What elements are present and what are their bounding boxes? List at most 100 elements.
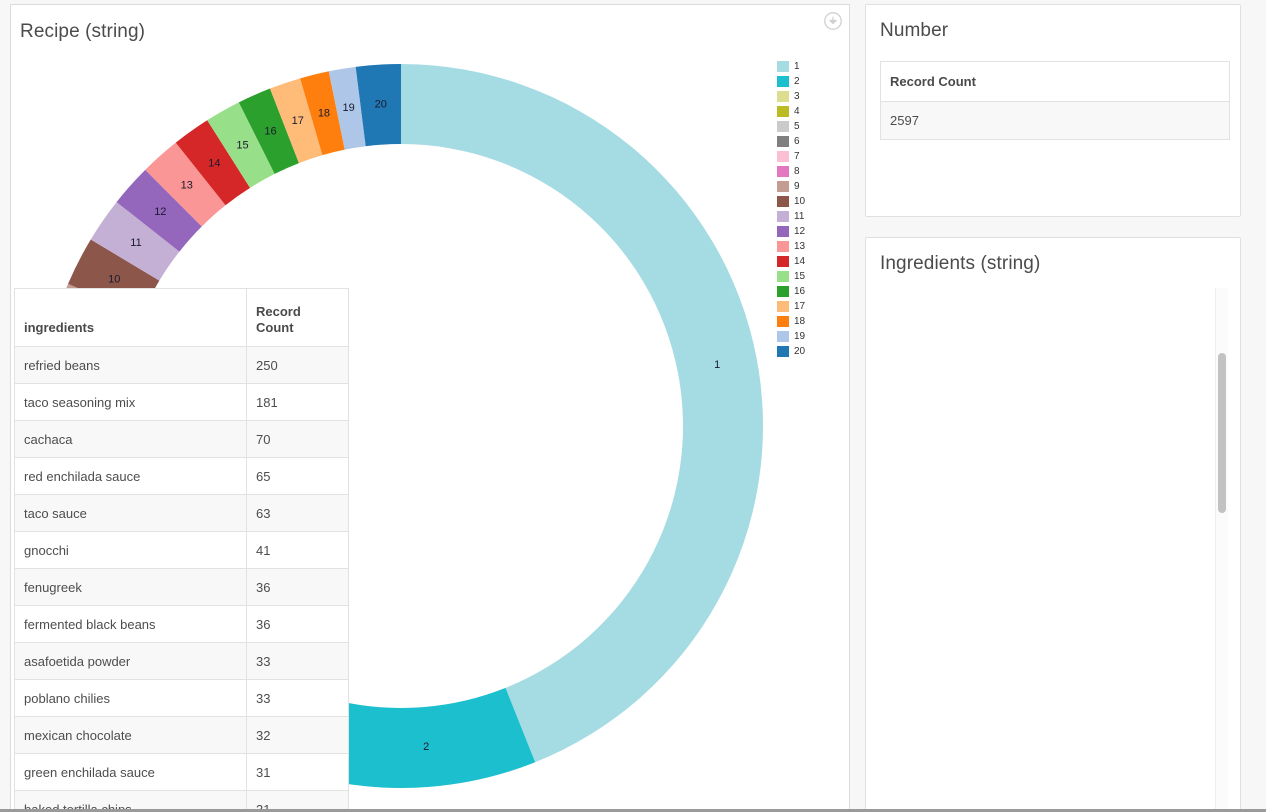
legend-label: 15 — [794, 271, 806, 282]
donut-slice[interactable] — [321, 687, 536, 788]
legend-label: 20 — [794, 346, 806, 357]
donut-slice-label: 15 — [236, 140, 248, 152]
table-cell: 36 — [246, 605, 349, 643]
table-row[interactable]: refried beans 250 — [14, 346, 349, 384]
legend-swatch — [777, 316, 789, 327]
legend-label: 3 — [794, 91, 800, 102]
legend-label: 2 — [794, 76, 800, 87]
legend-swatch — [777, 136, 789, 147]
table-row[interactable]: taco seasoning mix 181 — [14, 383, 349, 421]
legend-item[interactable]: 10 — [777, 194, 847, 209]
download-icon[interactable] — [823, 11, 843, 31]
table-body: refried beans 250 taco seasoning mix 181 cac… — [14, 346, 349, 812]
table-cell: 2597 — [880, 101, 1230, 140]
table-row[interactable]: mexican chocolate 32 — [14, 716, 349, 754]
donut-slice[interactable] — [401, 64, 764, 763]
legend-item[interactable]: 7 — [777, 149, 847, 164]
legend-label: 16 — [794, 286, 806, 297]
legend-item[interactable]: 5 — [777, 119, 847, 134]
donut-slice-label: 1 — [714, 359, 720, 371]
table-body: 2597 — [880, 101, 1230, 140]
legend-item[interactable]: 20 — [777, 344, 847, 359]
table-row[interactable]: red enchilada sauce 65 — [14, 457, 349, 495]
legend-label: 5 — [794, 121, 800, 132]
table-row[interactable]: asafoetida powder 33 — [14, 642, 349, 680]
legend-item[interactable]: 11 — [777, 209, 847, 224]
legend-swatch — [777, 196, 789, 207]
table-cell: 31 — [246, 753, 349, 791]
table-row[interactable]: green enchilada sauce 31 — [14, 753, 349, 791]
table-row[interactable]: 2597 — [880, 101, 1230, 140]
page-title: Recipe (string) — [20, 21, 146, 42]
chart-legend[interactable]: 1 2 3 4 5 6 7 8 9 10 11 12 13 14 15 16 17 18 19 20 — [777, 59, 847, 359]
table-cell: taco sauce — [14, 494, 247, 532]
legend-item[interactable]: 13 — [777, 239, 847, 254]
dashboard-root: Recipe (string) 123456789101112131415161… — [0, 0, 1266, 812]
table-cell: green enchilada sauce — [14, 753, 247, 791]
donut-slice-label: 12 — [154, 206, 166, 218]
number-panel: Number Record Count 2597 — [865, 4, 1241, 217]
legend-item[interactable]: 17 — [777, 299, 847, 314]
table-cell: 65 — [246, 457, 349, 495]
table-cell: cachaca — [14, 420, 247, 458]
legend-item[interactable]: 2 — [777, 74, 847, 89]
donut-slice-label: 14 — [208, 158, 220, 170]
donut-slice-label: 16 — [264, 126, 276, 138]
table-cell: 63 — [246, 494, 349, 532]
legend-item[interactable]: 16 — [777, 284, 847, 299]
legend-label: 12 — [794, 226, 806, 237]
scrollbar-thumb[interactable] — [1218, 353, 1226, 513]
donut-slice-label: 19 — [343, 102, 355, 114]
legend-swatch — [777, 286, 789, 297]
table-cell: 41 — [246, 531, 349, 569]
donut-slice-label: 20 — [375, 99, 387, 111]
legend-label: 1 — [794, 61, 800, 72]
legend-item[interactable]: 15 — [777, 269, 847, 284]
legend-item[interactable]: 14 — [777, 254, 847, 269]
table-cell: mexican chocolate — [14, 716, 247, 754]
column-header[interactable]: ingredients — [14, 288, 247, 347]
legend-label: 8 — [794, 166, 800, 177]
legend-item[interactable]: 3 — [777, 89, 847, 104]
donut-slice-label: 2 — [423, 741, 429, 753]
legend-item[interactable]: 6 — [777, 134, 847, 149]
table-row[interactable]: poblano chilies 33 — [14, 679, 349, 717]
legend-item[interactable]: 1 — [777, 59, 847, 74]
legend-swatch — [777, 241, 789, 252]
table-cell: refried beans — [14, 346, 247, 384]
legend-label: 11 — [794, 211, 805, 222]
legend-label: 9 — [794, 181, 800, 192]
table-row[interactable]: taco sauce 63 — [14, 494, 349, 532]
legend-label: 7 — [794, 151, 800, 162]
legend-item[interactable]: 12 — [777, 224, 847, 239]
legend-item[interactable]: 8 — [777, 164, 847, 179]
legend-label: 13 — [794, 241, 806, 252]
table-cell: 33 — [246, 679, 349, 717]
legend-swatch — [777, 106, 789, 117]
legend-label: 14 — [794, 256, 806, 267]
legend-label: 6 — [794, 136, 800, 147]
table-row[interactable]: fenugreek 36 — [14, 568, 349, 606]
column-header[interactable]: Record Count — [246, 288, 349, 347]
legend-item[interactable]: 9 — [777, 179, 847, 194]
legend-label: 17 — [794, 301, 806, 312]
donut-slice-label: 10 — [108, 273, 120, 285]
number-panel-title: Number — [880, 20, 949, 41]
table-row[interactable]: gnocchi 41 — [14, 531, 349, 569]
donut-slice-label: 11 — [130, 237, 141, 249]
legend-swatch — [777, 301, 789, 312]
donut-slice-label: 17 — [292, 115, 304, 127]
table-row[interactable]: cachaca 70 — [14, 420, 349, 458]
table-row[interactable]: fermented black beans 36 — [14, 605, 349, 643]
ingredients-scrollbar[interactable] — [1215, 288, 1228, 812]
legend-item[interactable]: 18 — [777, 314, 847, 329]
table-cell: fenugreek — [14, 568, 247, 606]
column-header[interactable]: Record Count — [880, 61, 1230, 102]
legend-item[interactable]: 4 — [777, 104, 847, 119]
legend-label: 10 — [794, 196, 806, 207]
legend-item[interactable]: 19 — [777, 329, 847, 344]
legend-swatch — [777, 256, 789, 267]
table-cell: fermented black beans — [14, 605, 247, 643]
table-header-row: ingredients Record Count — [14, 288, 349, 347]
legend-swatch — [777, 211, 789, 222]
